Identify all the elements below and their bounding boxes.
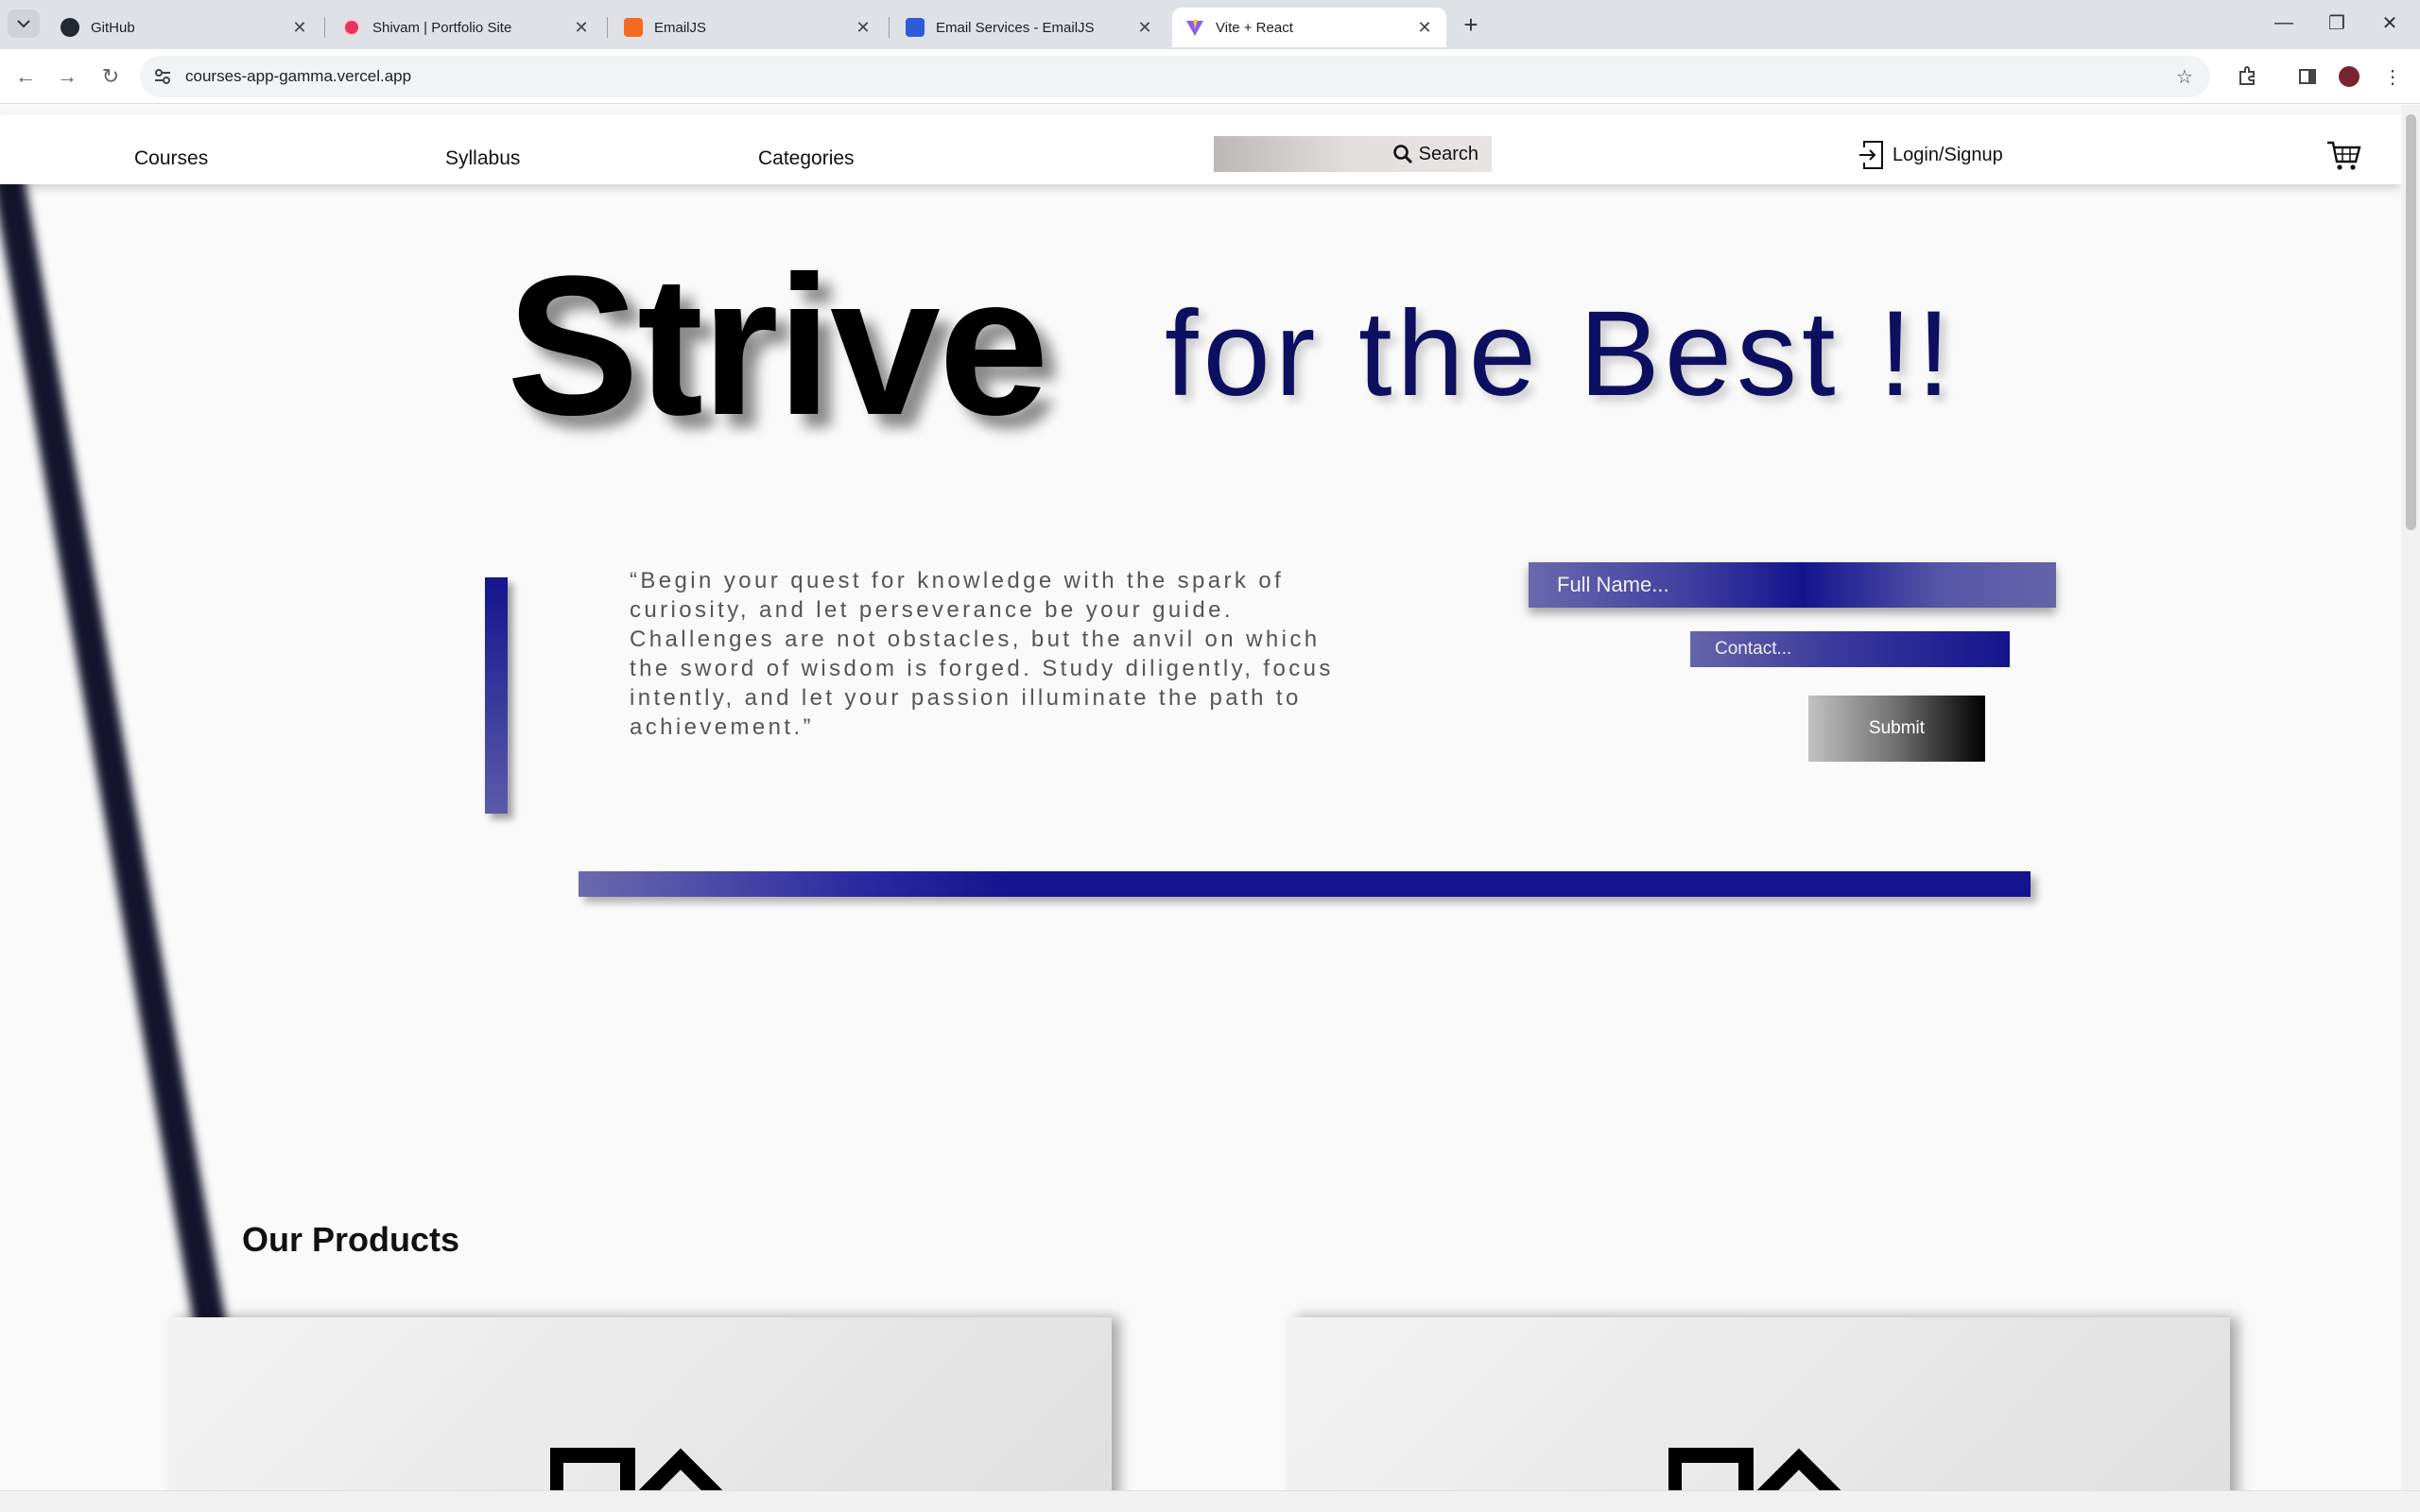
product-image-icon [550,1448,723,1490]
nav-categories[interactable]: Categories [758,147,855,170]
arrow-right-icon: → [57,64,78,88]
close-icon[interactable]: ✕ [855,18,872,38]
decorative-horizontal-bar [579,871,2031,897]
minimize-button[interactable]: — [2265,8,2303,38]
tab-emailjs[interactable]: EmailJS ✕ [611,8,885,47]
nav-syllabus[interactable]: Syllabus [445,147,520,170]
search-label: Search [1418,143,1478,164]
products-section-title: Our Products [242,1220,460,1259]
address-bar[interactable]: courses-app-gamma.vercel.app [140,56,2210,97]
avatar [2339,66,2360,87]
vertical-scrollbar[interactable] [2401,105,2420,1490]
emailjs-icon [624,18,643,37]
github-icon [60,18,79,37]
side-panel-icon[interactable] [2293,62,2322,91]
new-tab-button[interactable]: + [1456,9,1486,40]
hero-best-heading: for the Best !! [1165,286,1956,421]
contact-placeholder: Contact... [1715,639,1792,659]
tab-github[interactable]: GitHub ✕ [47,8,321,47]
profile-avatar[interactable] [2335,62,2363,91]
full-name-input[interactable]: Full Name... [1529,562,2056,608]
reload-button[interactable]: ↻ [95,60,127,93]
puzzle-icon [2239,66,2255,85]
login-label: Login/Signup [1893,144,2003,165]
login-signup-button[interactable]: Login/Signup [1858,136,2003,174]
product-card[interactable] [1288,1317,2230,1490]
motivational-quote: “Begin your quest for knowledge with the… [630,568,1334,740]
scrollbar-thumb[interactable] [2406,114,2416,530]
arrow-left-icon: ← [15,64,36,88]
close-icon[interactable]: ✕ [291,18,308,38]
site-navbar: Courses Syllabus Categories Search Login… [0,114,2401,184]
side-panel-glyph [2299,69,2316,84]
close-icon[interactable]: ✕ [573,18,590,38]
browser-tab-strip: GitHub ✕ Shivam | Portfolio Site ✕ Email… [0,0,2420,49]
product-image-icon [1668,1448,1841,1490]
submit-button[interactable]: Submit [1808,696,1985,762]
extensions-icon[interactable] [2233,62,2261,91]
full-name-placeholder: Full Name... [1557,573,1669,596]
login-icon [1859,141,1883,169]
nav-courses[interactable]: Courses [134,147,208,170]
browser-menu-icon[interactable]: ⋮ [2378,62,2407,91]
bookmark-star-icon[interactable]: ☆ [2170,62,2199,91]
close-icon[interactable]: ✕ [1136,18,1153,38]
decorative-diagonal-stripe [0,165,268,1490]
restore-button[interactable]: ❐ [2318,8,2356,38]
portfolio-icon [342,18,361,37]
close-icon[interactable]: ✕ [1416,18,1433,38]
browser-toolbar: ← → ↻ courses-app-gamma.vercel.app ☆ ⋮ [0,49,2420,104]
chevron-down-icon [17,20,30,28]
tab-email-services[interactable]: Email Services - EmailJS ✕ [892,8,1167,47]
url-text: courses-app-gamma.vercel.app [185,67,412,85]
vite-icon [1186,20,1203,36]
reload-icon: ↻ [101,64,120,88]
emailjs-services-icon [906,18,925,37]
horizontal-scrollbar[interactable] [0,1490,2420,1512]
product-card[interactable] [170,1317,1112,1490]
back-button[interactable]: ← [9,60,42,93]
hero-strive-heading: Strive [507,234,1049,456]
tab-search-button[interactable] [8,9,40,38]
forward-button[interactable]: → [51,60,83,93]
contact-input[interactable]: Contact... [1690,631,2010,667]
page-viewport: Courses Syllabus Categories Search Login… [0,105,2401,1490]
site-settings-icon [155,69,170,84]
search-button[interactable]: Search [1214,136,1492,172]
window-close-button[interactable]: ✕ [2371,8,2409,38]
cart-icon[interactable] [2325,137,2363,175]
search-icon [1392,145,1412,164]
decorative-vertical-bar [485,577,508,814]
tab-portfolio[interactable]: Shivam | Portfolio Site ✕ [329,8,603,47]
tab-vite-react[interactable]: Vite + React ✕ [1172,8,1446,47]
